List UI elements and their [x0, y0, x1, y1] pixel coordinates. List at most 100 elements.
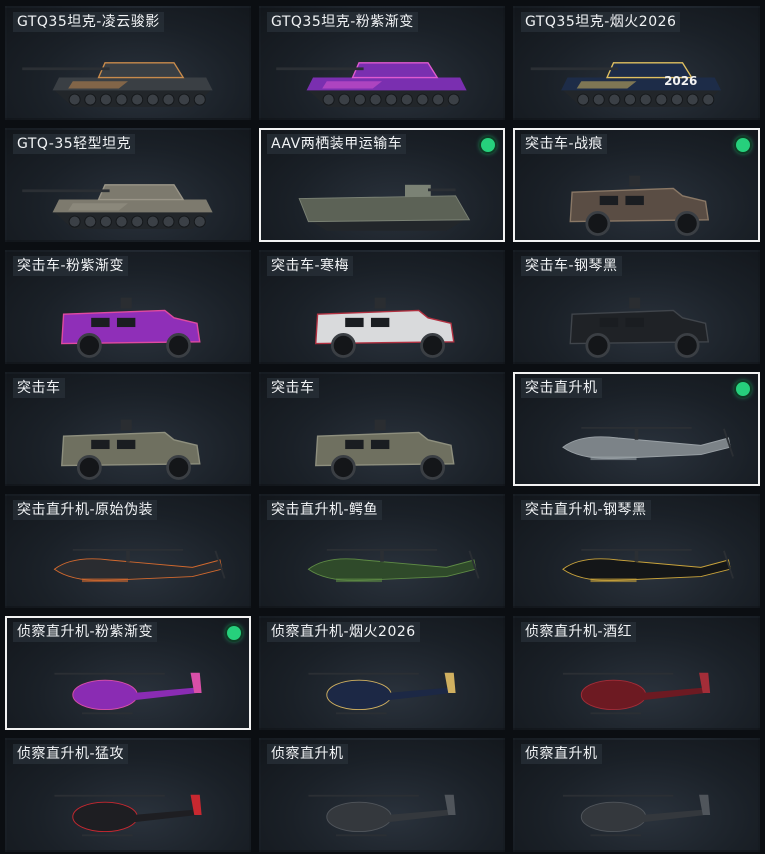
road-wheel: [178, 215, 191, 228]
vehicle-image: [22, 184, 213, 229]
road-wheel: [193, 215, 206, 228]
vehicle-skin-tile[interactable]: 侦察直升机-酒红: [513, 616, 760, 730]
heli-wing-stub: [590, 578, 637, 583]
road-wheel: [608, 93, 621, 106]
heli-tailboom: [132, 687, 197, 701]
vehicle-skin-tile[interactable]: 突击车: [5, 372, 251, 486]
truck-window: [599, 195, 619, 206]
vehicle-image: [22, 62, 213, 107]
vehicle-skin-tile[interactable]: 2026 GTQ35坦克-烟火2026: [513, 6, 760, 120]
vehicle-image: [562, 548, 734, 583]
truck-turret: [374, 419, 386, 431]
apc-gun: [428, 188, 456, 192]
vehicle-skin-name: GTQ35坦克-凌云骏影: [13, 12, 164, 32]
vehicle-skin-name: 突击车-粉紫渐变: [13, 256, 129, 276]
skin-badge-text: 2026: [664, 74, 697, 88]
road-wheel: [178, 93, 191, 106]
truck-window: [91, 317, 110, 328]
truck-wheel: [166, 333, 192, 358]
tank-turret: [351, 62, 439, 79]
heli-cabin: [326, 679, 392, 711]
vehicle-skin-tile[interactable]: AAV两栖装甲运输车: [259, 128, 505, 242]
vehicle-skin-tile[interactable]: 突击车-寒梅: [259, 250, 505, 364]
vehicle-skin-name: 突击直升机-原始伪装: [13, 500, 158, 520]
heli-rotor: [562, 672, 674, 675]
truck-wheel: [76, 455, 102, 480]
vehicle-skin-name: 突击直升机: [521, 378, 602, 398]
apc-hull: [298, 195, 471, 223]
heli-tailboom: [641, 809, 706, 823]
truck-wheel: [585, 211, 611, 236]
road-wheel: [322, 93, 335, 106]
vehicle-image: 2026: [530, 62, 722, 107]
vehicle-skin-name: 突击车-寒梅: [267, 256, 354, 276]
vehicle-skin-tile[interactable]: 突击直升机-原始伪装: [5, 494, 251, 608]
truck-window: [345, 317, 364, 328]
vehicle-skin-name: 突击直升机-钢琴黑: [521, 500, 651, 520]
vehicle-skin-tile[interactable]: GTQ35坦克-凌云骏影: [5, 6, 251, 120]
heli-rotor: [308, 672, 419, 675]
vehicle-skin-name: 突击车-战痕: [521, 134, 608, 154]
truck-wheel: [76, 333, 102, 358]
road-wheel: [131, 93, 144, 106]
heli-fuselage: [307, 558, 477, 581]
road-wheel: [671, 93, 683, 106]
heli-cabin: [580, 801, 647, 833]
vehicle-image: [315, 419, 455, 480]
heli-tailboom: [641, 687, 706, 701]
vehicle-image: [569, 297, 710, 358]
road-wheel: [686, 93, 699, 106]
vehicle-skin-tile[interactable]: GTQ-35轻型坦克: [5, 128, 251, 242]
truck-window: [625, 317, 644, 328]
tank-gun: [530, 67, 619, 71]
vehicle-skin-tile[interactable]: 突击直升机-鳄鱼: [259, 494, 505, 608]
heli-rotor: [581, 426, 692, 429]
heli-mast: [634, 550, 639, 562]
vehicle-image: [308, 794, 456, 837]
vehicle-skin-tile[interactable]: 突击直升机: [513, 372, 760, 486]
road-wheel: [84, 93, 97, 106]
camo-pattern: [68, 203, 128, 211]
vehicle-skin-tile[interactable]: 侦察直升机-烟火2026: [259, 616, 505, 730]
vehicle-image: [298, 184, 471, 231]
heli-tailboom: [386, 687, 451, 701]
heli-tailboom: [386, 809, 451, 823]
heli-fuselage: [562, 558, 731, 581]
heli-cabin: [580, 679, 647, 711]
vehicle-skin-tile[interactable]: 突击车-战痕: [513, 128, 760, 242]
vehicle-skin-tile[interactable]: GTQ35坦克-粉紫渐变: [259, 6, 505, 120]
road-wheel: [115, 215, 128, 228]
equipped-indicator-icon: [736, 138, 750, 152]
road-wheel: [338, 93, 351, 106]
truck-wheel: [420, 333, 446, 358]
equipped-indicator-icon: [481, 138, 495, 152]
vehicle-image: [54, 672, 202, 715]
vehicle-skin-tile[interactable]: 突击车-钢琴黑: [513, 250, 760, 364]
truck-window: [116, 439, 136, 450]
vehicle-skin-tile[interactable]: 侦察直升机-猛攻: [5, 738, 251, 852]
road-wheel: [447, 93, 460, 106]
road-wheel: [702, 93, 715, 106]
vehicle-skin-tile[interactable]: 侦察直升机: [259, 738, 505, 852]
road-wheel: [400, 93, 413, 106]
vehicle-skin-name: 突击车: [13, 378, 65, 398]
road-wheel: [115, 93, 128, 106]
heli-rotor: [581, 548, 692, 551]
road-wheel: [369, 93, 382, 106]
camo-pattern: [576, 81, 637, 89]
tank-turret: [97, 184, 185, 201]
vehicle-skin-tile[interactable]: 突击车: [259, 372, 505, 486]
vehicle-skin-tile[interactable]: 突击车-粉紫渐变: [5, 250, 251, 364]
truck-wheel: [674, 333, 700, 358]
tank-gun: [22, 189, 110, 193]
road-wheel: [655, 93, 668, 106]
heli-cabin: [72, 801, 138, 833]
vehicle-image: [54, 794, 202, 837]
vehicle-skin-tile[interactable]: 突击直升机-钢琴黑: [513, 494, 760, 608]
apc-turret: [405, 184, 431, 197]
truck-window: [625, 195, 644, 206]
tank-gun: [22, 67, 110, 71]
vehicle-skin-tile[interactable]: 侦察直升机-粉紫渐变: [5, 616, 251, 730]
vehicle-skin-tile[interactable]: 侦察直升机: [513, 738, 760, 852]
heli-mast: [634, 428, 639, 440]
